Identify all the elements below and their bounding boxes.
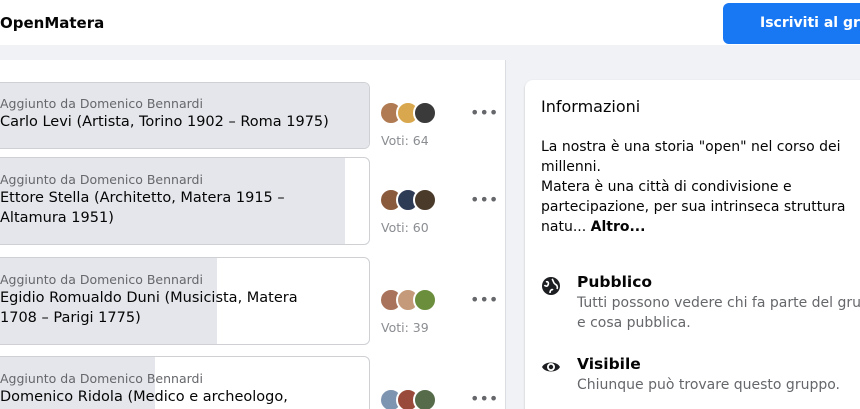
voter-avatars[interactable]: [379, 288, 455, 312]
added-by-label: Aggiunto da Domenico Bennardi: [0, 96, 203, 111]
option-label-line: 1708 – Parigi 1775): [0, 310, 141, 326]
option-label-line: Egidio Romualdo Duni (Musicista, Matera: [0, 290, 298, 306]
vote-count[interactable]: Voti: 39: [381, 320, 429, 335]
vote-count[interactable]: Voti: 64: [381, 133, 429, 148]
feature-desc-line: e cosa pubblica.: [577, 315, 691, 331]
ellipsis-icon[interactable]: •••: [470, 190, 498, 209]
privacy-description: Tutti possono vedere chi fa parte del gr…: [577, 293, 860, 333]
desc-line: La nostra è una storia "open" nel corso …: [541, 139, 841, 155]
avatar: [413, 101, 437, 125]
feature-desc-line: Chiunque può trovare questo gruppo.: [577, 377, 840, 393]
avatar: [413, 288, 437, 312]
vote-count[interactable]: Voti: 60: [381, 220, 429, 235]
option-label-line: Domenico Ridola (Medico e archeologo,: [0, 389, 288, 405]
added-by-label: Aggiunto da Domenico Bennardi: [0, 371, 203, 386]
added-by-label: Aggiunto da Domenico Bennardi: [0, 272, 203, 287]
voter-avatars[interactable]: [379, 188, 455, 212]
about-card: Informazioni La nostra è una storia "ope…: [525, 80, 860, 409]
group-name[interactable]: OpenMatera: [0, 14, 104, 32]
join-group-button[interactable]: Iscriviti al gruppo: [723, 3, 860, 44]
see-more-link[interactable]: Altro...: [591, 219, 646, 235]
privacy-title: Pubblico: [577, 273, 653, 291]
about-title: Informazioni: [541, 97, 641, 116]
poll-option[interactable]: Aggiunto da Domenico Bennardi Domenico R…: [0, 356, 370, 409]
avatar: [413, 188, 437, 212]
eye-icon: [542, 362, 560, 372]
visibility-title: Visibile: [577, 355, 641, 373]
poll-option[interactable]: Aggiunto da Domenico Bennardi Ettore Ste…: [0, 157, 370, 245]
poll-option[interactable]: Aggiunto da Domenico Bennardi Egidio Rom…: [0, 257, 370, 345]
ellipsis-icon[interactable]: •••: [470, 290, 498, 309]
desc-line: Matera è una città di condivisione e: [541, 179, 792, 195]
about-description: La nostra è una storia "open" nel corso …: [541, 137, 860, 237]
option-label-line: Altamura 1951): [0, 210, 114, 226]
visibility-description: Chiunque può trovare questo gruppo.: [577, 375, 840, 395]
voter-avatars[interactable]: [379, 388, 455, 409]
option-label: Carlo Levi (Artista, Torino 1902 – Roma …: [0, 114, 329, 130]
voter-avatars[interactable]: [379, 101, 455, 125]
desc-line: partecipazione, per sua intrinseca strut…: [541, 199, 846, 215]
globe-icon: [542, 277, 560, 295]
option-label-line: Ettore Stella (Architetto, Matera 1915 –: [0, 190, 285, 206]
desc-line: natu...: [541, 219, 587, 235]
desc-line: millenni.: [541, 159, 602, 175]
divider: [505, 60, 506, 409]
avatar: [413, 388, 437, 409]
ellipsis-icon[interactable]: •••: [470, 389, 498, 408]
group-header: OpenMatera Iscriviti al gruppo: [0, 0, 860, 45]
poll-option[interactable]: Aggiunto da Domenico Bennardi Carlo Levi…: [0, 82, 370, 149]
added-by-label: Aggiunto da Domenico Bennardi: [0, 172, 203, 187]
feature-desc-line: Tutti possono vedere chi fa parte del gr…: [577, 295, 860, 311]
ellipsis-icon[interactable]: •••: [470, 103, 498, 122]
